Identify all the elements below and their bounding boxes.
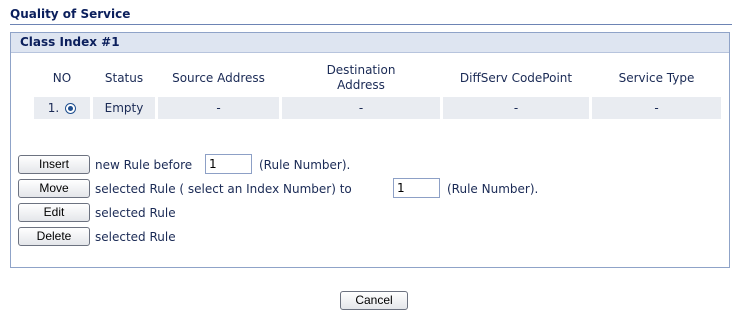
header-destination-line1: Destination	[326, 63, 396, 77]
header-destination-address: Destination Address	[282, 59, 440, 97]
edit-button[interactable]: Edit	[18, 203, 90, 222]
header-no: NO	[52, 70, 72, 85]
insert-button[interactable]: Insert	[18, 155, 90, 174]
header-status: Status	[104, 70, 144, 85]
move-text-before: selected Rule ( select an Index Number) …	[95, 182, 352, 196]
insert-text-after: (Rule Number).	[259, 158, 351, 172]
cancel-button[interactable]: Cancel	[340, 291, 408, 310]
status-link[interactable]: Empty	[105, 101, 144, 115]
class-index-title: Class Index #1	[20, 35, 120, 49]
cell-status[interactable]: Empty	[93, 97, 155, 119]
class-header: Class Index #1	[11, 33, 729, 53]
cell-service-type: -	[592, 97, 721, 119]
table-row: 1. Empty - - - -	[34, 97, 721, 119]
class-panel: Class Index #1 NO Status Source Address …	[10, 32, 730, 268]
cell-source-address: -	[158, 97, 279, 119]
delete-text: selected Rule	[95, 230, 176, 244]
rule-table: NO Status Source Address Destination Add…	[31, 59, 724, 119]
move-rule-number-input[interactable]	[393, 178, 440, 198]
header-service-type: Service Type	[618, 70, 695, 85]
table-header-row: NO Status Source Address Destination Add…	[34, 59, 721, 97]
row-number: 1.	[47, 101, 60, 115]
insert-text-before: new Rule before	[95, 158, 193, 172]
cell-no: 1.	[34, 97, 90, 119]
title-divider	[10, 24, 732, 25]
move-button[interactable]: Move	[18, 179, 90, 198]
cell-diffserv-codepoint: -	[443, 97, 589, 119]
header-destination-line2: Address	[337, 78, 385, 92]
edit-text: selected Rule	[95, 206, 176, 220]
header-source-address: Source Address	[172, 70, 265, 85]
move-text-after: (Rule Number).	[447, 182, 539, 196]
header-diffserv-codepoint: DiffServ CodePoint	[459, 70, 573, 85]
insert-rule-number-input[interactable]	[205, 154, 252, 174]
cell-destination-address: -	[282, 97, 440, 119]
delete-button[interactable]: Delete	[18, 227, 90, 246]
page-title: Quality of Service	[10, 7, 131, 21]
row-select-radio[interactable]	[65, 103, 77, 114]
